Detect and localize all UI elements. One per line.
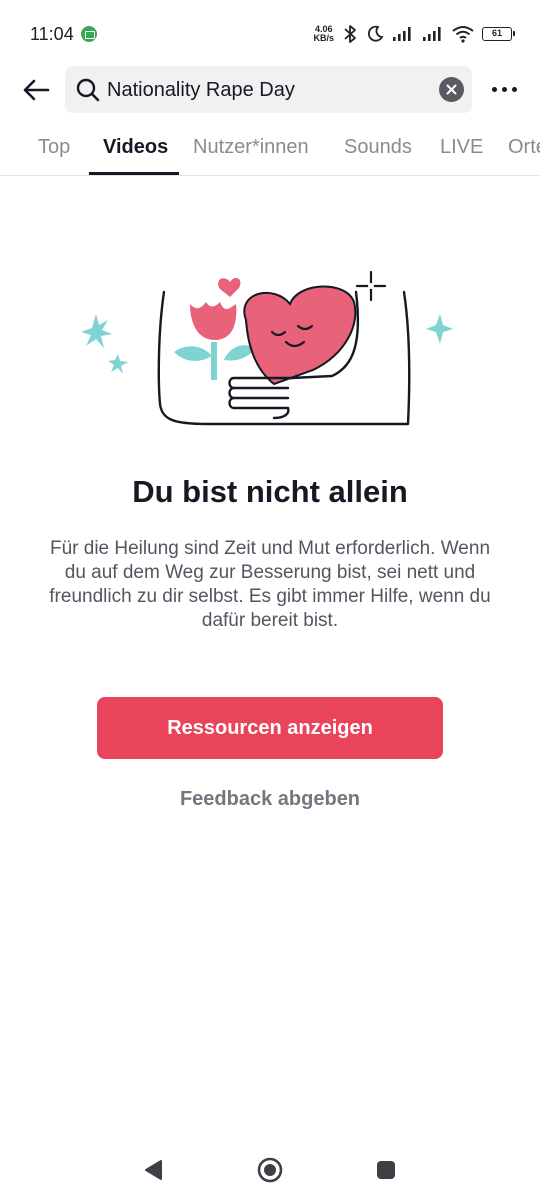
self-care-illustration <box>81 270 453 426</box>
tab-users[interactable]: Nutzer*innen <box>193 136 309 159</box>
nav-home-icon <box>257 1157 283 1183</box>
active-tab-indicator <box>89 172 179 175</box>
nav-recents-button[interactable] <box>370 1154 402 1186</box>
search-icon <box>76 78 100 102</box>
app-notification-icon <box>81 26 97 42</box>
nav-back-icon <box>145 1160 162 1180</box>
search-tabs: Top Videos Nutzer*innen Sounds LIVE Orte <box>0 128 540 176</box>
tab-places[interactable]: Orte <box>508 136 540 159</box>
heart-icon <box>243 285 357 386</box>
tab-live[interactable]: LIVE <box>440 136 483 159</box>
heart-small-icon <box>218 277 241 297</box>
network-speed-unit: KB/s <box>313 33 334 43</box>
status-time: 11:04 <box>30 24 74 44</box>
nav-recents-icon <box>377 1161 395 1179</box>
more-dots-icon <box>491 86 497 92</box>
show-resources-button[interactable]: Ressourcen anzeigen <box>97 697 443 759</box>
status-indicators: 4.06 KB/s 61 <box>313 22 515 46</box>
back-button[interactable] <box>18 72 54 108</box>
back-arrow-icon <box>23 79 50 101</box>
feedback-link[interactable]: Feedback abgeben <box>0 788 540 811</box>
nav-back-button[interactable] <box>137 1154 169 1186</box>
search-header: Nationality Rape Day <box>0 64 540 116</box>
battery-indicator: 61 <box>482 27 515 41</box>
system-nav-bar <box>0 1140 540 1200</box>
moon-icon <box>367 25 384 42</box>
more-options-button[interactable] <box>484 74 524 104</box>
tab-videos[interactable]: Videos <box>103 136 168 159</box>
wifi-icon <box>452 26 474 43</box>
search-query[interactable]: Nationality Rape Day <box>107 79 295 102</box>
network-speed: 4.06 KB/s <box>313 25 334 43</box>
nav-home-button[interactable] <box>254 1154 286 1186</box>
signal-icon-1 <box>393 27 411 41</box>
headline: Du bist nicht allein <box>132 474 408 509</box>
description: Für die Heilung sind Zeit und Mut erford… <box>49 538 491 631</box>
tab-top[interactable]: Top <box>38 136 70 159</box>
search-input[interactable]: Nationality Rape Day <box>65 66 472 113</box>
status-bar: 11:04 4.06 KB/s 61 <box>0 0 540 64</box>
tab-sounds[interactable]: Sounds <box>344 136 412 159</box>
clear-search-button[interactable] <box>439 77 464 102</box>
clear-icon <box>446 84 457 95</box>
signal-icon-2 <box>423 27 441 41</box>
bluetooth-icon <box>344 25 356 43</box>
